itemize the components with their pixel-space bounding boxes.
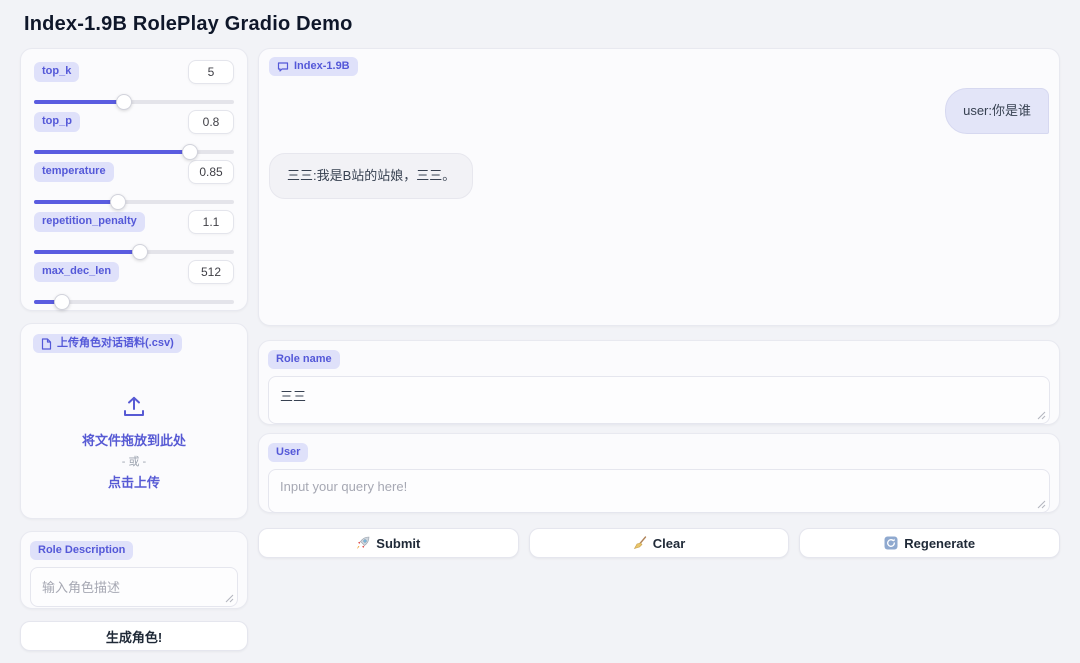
clear-button[interactable]: Clear (529, 528, 790, 558)
slider-max-dec-len: max_dec_len (34, 260, 234, 310)
sampling-params-panel: top_k top_p (20, 48, 248, 311)
slider-label-max-dec-len: max_dec_len (34, 262, 119, 281)
slider-handle-repetition-penalty[interactable] (132, 244, 148, 260)
upload-tray-icon (122, 396, 146, 418)
slider-track-top-k[interactable] (34, 94, 234, 110)
slider-value-temperature[interactable] (188, 160, 234, 184)
slider-value-repetition-penalty[interactable] (188, 210, 234, 234)
slider-handle-top-k[interactable] (116, 94, 132, 110)
role-description-label: Role Description (30, 541, 133, 560)
slider-repetition-penalty: repetition_penalty (34, 210, 234, 260)
regenerate-button[interactable]: Regenerate (799, 528, 1060, 558)
slider-top-p: top_p (34, 110, 234, 160)
role-name-label: Role name (268, 350, 340, 369)
csv-upload-dropzone[interactable]: 上传角色对话语料(.csv) 将文件拖放到此处 - 或 - 点击上传 (20, 323, 248, 519)
slider-label-temperature: temperature (34, 162, 114, 181)
submit-button[interactable]: Submit (258, 528, 519, 558)
slider-handle-max-dec-len[interactable] (54, 294, 70, 310)
upload-label-badge: 上传角色对话语料(.csv) (33, 334, 182, 353)
slider-handle-top-p[interactable] (182, 144, 198, 160)
role-name-input[interactable]: 三三 (268, 376, 1050, 424)
slider-track-temperature[interactable] (34, 194, 234, 210)
refresh-icon (884, 536, 898, 550)
rocket-icon (356, 536, 370, 550)
role-name-panel: Role name 三三 (258, 340, 1060, 425)
slider-temperature: temperature (34, 160, 234, 210)
slider-handle-temperature[interactable] (110, 194, 126, 210)
slider-track-top-p[interactable] (34, 144, 234, 160)
file-icon (41, 338, 52, 350)
chat-row-bot: 三三:我是B站的站娘，三三。 (269, 134, 1049, 199)
slider-label-repetition-penalty: repetition_penalty (34, 212, 145, 231)
action-buttons-row: Submit Clear Regenerate (258, 528, 1060, 558)
chat-bubble-icon (277, 61, 289, 73)
page-title: Index-1.9B RolePlay Gradio Demo (24, 13, 1060, 36)
slider-fill (34, 200, 118, 204)
right-column: Index-1.9B user:你是谁 三三:我是B站的站娘，三三。 Role … (258, 48, 1060, 558)
chat-row-user: user:你是谁 (269, 78, 1049, 134)
left-column: top_k top_p (20, 48, 248, 651)
bot-message-bubble: 三三:我是B站的站娘，三三。 (269, 153, 473, 199)
user-query-panel: User (258, 433, 1060, 513)
broom-icon (633, 536, 647, 550)
app-root: Index-1.9B RolePlay Gradio Demo top_k (0, 0, 1080, 651)
user-message-bubble: user:你是谁 (945, 88, 1049, 134)
chatbot-label-badge: Index-1.9B (269, 57, 358, 76)
or-text: - 或 - (21, 453, 247, 469)
chatbot-panel: Index-1.9B user:你是谁 三三:我是B站的站娘，三三。 (258, 48, 1060, 326)
slider-label-top-p: top_p (34, 112, 80, 131)
slider-value-top-p[interactable] (188, 110, 234, 134)
slider-label-top-k: top_k (34, 62, 79, 81)
drop-files-text: 将文件拖放到此处 (21, 430, 247, 449)
slider-value-top-k[interactable] (188, 60, 234, 84)
resize-handle-icon[interactable] (1037, 500, 1046, 509)
slider-track-max-dec-len[interactable] (34, 294, 234, 310)
role-description-panel: Role Description (20, 531, 248, 609)
generate-role-button[interactable]: 生成角色! (20, 621, 248, 651)
role-description-input[interactable] (30, 567, 238, 607)
slider-fill (34, 100, 124, 104)
resize-handle-icon[interactable] (1037, 411, 1046, 420)
user-query-input[interactable] (268, 469, 1050, 513)
chat-message-list: user:你是谁 三三:我是B站的站娘，三三。 (269, 78, 1049, 199)
slider-fill (34, 150, 190, 154)
user-query-label: User (268, 443, 308, 462)
resize-handle-icon[interactable] (225, 594, 234, 603)
slider-top-k: top_k (34, 60, 234, 110)
upload-zone-content: 将文件拖放到此处 - 或 - 点击上传 (21, 396, 247, 491)
slider-fill (34, 250, 140, 254)
click-to-upload-link[interactable]: 点击上传 (21, 472, 247, 491)
slider-track-repetition-penalty[interactable] (34, 244, 234, 260)
slider-value-max-dec-len[interactable] (188, 260, 234, 284)
